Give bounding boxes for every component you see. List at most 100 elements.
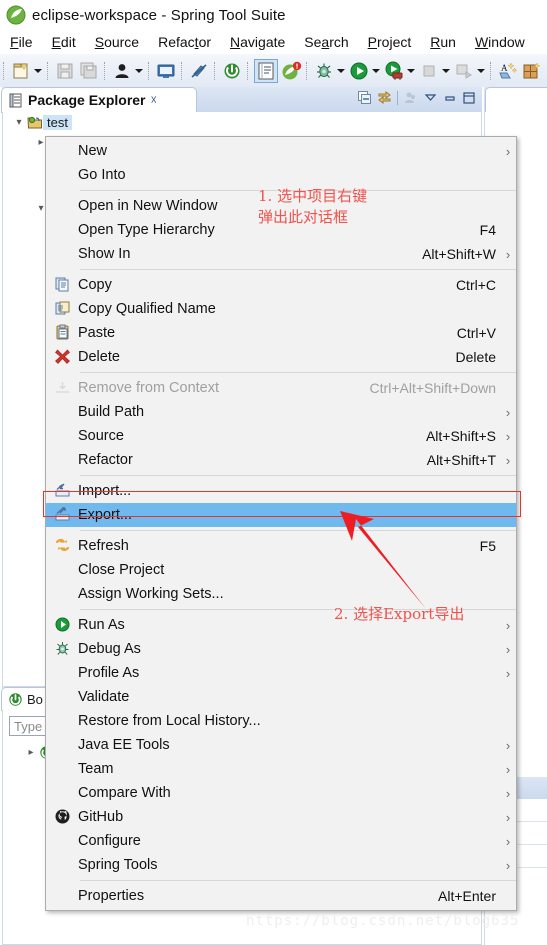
menu-item-properties[interactable]: Properties Alt+Enter <box>46 884 516 908</box>
menu-separator <box>80 880 516 881</box>
menu-item-icon-slot <box>46 558 78 582</box>
tab-package-explorer[interactable]: Package Explorer ☓ <box>2 88 196 112</box>
debug-dropdown-caret[interactable] <box>336 60 347 82</box>
run-server-icon[interactable] <box>383 60 405 82</box>
project-context-menu[interactable]: New › Go Into Open in New Window Open Type H… <box>45 136 517 911</box>
menu-item-label: Validate <box>78 689 130 705</box>
stop-dropdown-caret[interactable] <box>441 60 452 82</box>
run-server-dropdown-caret[interactable] <box>406 60 417 82</box>
editor-tab[interactable] <box>486 88 547 112</box>
toolbar-separator <box>148 61 151 80</box>
open-resource-icon[interactable] <box>521 60 543 82</box>
menu-item-import[interactable]: Import... <box>46 479 516 503</box>
menu-item-assign-working-sets[interactable]: Assign Working Sets... <box>46 582 516 606</box>
new-wizard-icon[interactable] <box>10 60 32 82</box>
export-icon <box>55 507 70 521</box>
menu-item-refactor[interactable]: Refactor Alt+Shift+T › <box>46 448 516 472</box>
spring-boot-icon <box>9 692 22 706</box>
run-icon[interactable] <box>348 60 370 82</box>
open-task-icon[interactable] <box>254 58 278 83</box>
menu-item-validate[interactable]: Validate <box>46 685 516 709</box>
menu-file[interactable]: File <box>10 34 33 50</box>
menu-item-icon-slot <box>46 829 78 853</box>
menu-item-copy-qualified-name[interactable]: Copy Qualified Name <box>46 297 516 321</box>
menu-item-spring-tools[interactable]: Spring Tools › <box>46 853 516 877</box>
github-icon <box>46 805 78 829</box>
menu-item-profile-as[interactable]: Profile As › <box>46 661 516 685</box>
link-with-editor-icon[interactable] <box>377 90 392 105</box>
submenu-chevron-icon: › <box>505 617 511 633</box>
focus-icon <box>405 92 415 103</box>
menu-item-accelerator: F5 <box>479 538 496 554</box>
menu-search[interactable]: Search <box>304 34 348 50</box>
toolbar-separator <box>214 61 217 80</box>
menu-item-refresh[interactable]: Refresh F5 <box>46 534 516 558</box>
minimize-icon[interactable] <box>443 92 457 104</box>
menu-item-configure[interactable]: Configure › <box>46 829 516 853</box>
close-tab-icon[interactable]: ☓ <box>151 93 157 107</box>
package-explorer-icon <box>9 93 22 107</box>
menu-separator <box>80 269 516 270</box>
menu-item-paste[interactable]: Paste Ctrl+V <box>46 321 516 345</box>
menu-item-team[interactable]: Team › <box>46 757 516 781</box>
menu-item-label: Copy Qualified Name <box>78 301 216 317</box>
refresh-icon <box>46 534 78 558</box>
menu-item-copy[interactable]: Copy Ctrl+C <box>46 273 516 297</box>
toggle-breakpoint-icon[interactable] <box>188 60 210 82</box>
new-dropdown-caret[interactable] <box>33 60 44 82</box>
menu-navigate[interactable]: Navigate <box>230 34 285 50</box>
twisty-expanded-icon[interactable]: ▾ <box>11 117 27 128</box>
maximize-icon[interactable] <box>462 91 476 105</box>
menu-window[interactable]: Window <box>475 34 525 50</box>
menu-item-accelerator: Alt+Enter <box>438 888 496 904</box>
menu-item-new[interactable]: New › <box>46 139 516 163</box>
menu-item-debug-as[interactable]: Debug As › <box>46 637 516 661</box>
spring-error-badge-icon[interactable] <box>280 60 302 82</box>
watermark-text: https://blog.csdn.net/blog635 <box>246 913 520 929</box>
remove-context-icon <box>56 382 69 393</box>
spring-tool-suite-logo-icon <box>6 5 26 25</box>
menu-run[interactable]: Run <box>430 34 456 50</box>
publish-dropdown-caret[interactable] <box>476 60 487 82</box>
run-dropdown-caret[interactable] <box>371 60 382 82</box>
menu-item-source[interactable]: Source Alt+Shift+S › <box>46 424 516 448</box>
menu-item-icon-slot <box>46 163 78 187</box>
view-menu-icon[interactable] <box>423 92 438 104</box>
menu-item-label: Compare With <box>78 785 171 801</box>
menu-item-restore-from-local-history[interactable]: Restore from Local History... <box>46 709 516 733</box>
open-console-icon[interactable] <box>155 60 177 82</box>
menu-item-label: Import... <box>78 483 132 499</box>
menu-item-compare-with[interactable]: Compare With › <box>46 781 516 805</box>
menu-item-label: Debug As <box>78 641 141 657</box>
menu-item-build-path[interactable]: Build Path › <box>46 400 516 424</box>
menu-item-icon-slot <box>46 242 78 266</box>
menu-item-icon-slot <box>46 709 78 733</box>
debug-icon[interactable] <box>313 60 335 82</box>
menu-item-go-into[interactable]: Go Into <box>46 163 516 187</box>
menu-item-icon-slot <box>46 685 78 709</box>
menu-item-github[interactable]: GitHub › <box>46 805 516 829</box>
menu-edit[interactable]: Edit <box>52 34 76 50</box>
menu-refactor[interactable]: Refactor <box>158 34 211 50</box>
menu-item-java-ee-tools[interactable]: Java EE Tools › <box>46 733 516 757</box>
tree-item-test[interactable]: ▾ test <box>3 112 481 132</box>
menu-item-export[interactable]: Export... <box>46 503 516 527</box>
user-dropdown-caret[interactable] <box>134 60 145 82</box>
collapse-all-icon[interactable] <box>357 90 372 105</box>
toolbar-separator <box>306 61 309 80</box>
user-profile-icon[interactable] <box>111 60 133 82</box>
spring-boot-dashboard-icon[interactable] <box>221 60 243 82</box>
annotation-step-1-line-2: 弹出此对话框 <box>258 208 349 226</box>
menu-item-delete[interactable]: Delete Delete <box>46 345 516 369</box>
menu-item-close-project[interactable]: Close Project <box>46 558 516 582</box>
open-type-icon[interactable]: A <box>497 60 519 82</box>
menu-item-icon-slot <box>46 733 78 757</box>
menu-item-label: GitHub <box>78 809 124 825</box>
menu-item-label: Paste <box>78 325 116 341</box>
main-toolbar: A <box>0 54 547 88</box>
menu-project[interactable]: Project <box>368 34 412 50</box>
menu-item-icon-slot <box>46 194 78 218</box>
twisty-collapsed-icon[interactable]: ▸ <box>23 747 39 758</box>
menu-item-show-in[interactable]: Show In Alt+Shift+W › <box>46 242 516 266</box>
menu-source[interactable]: Source <box>95 34 139 50</box>
